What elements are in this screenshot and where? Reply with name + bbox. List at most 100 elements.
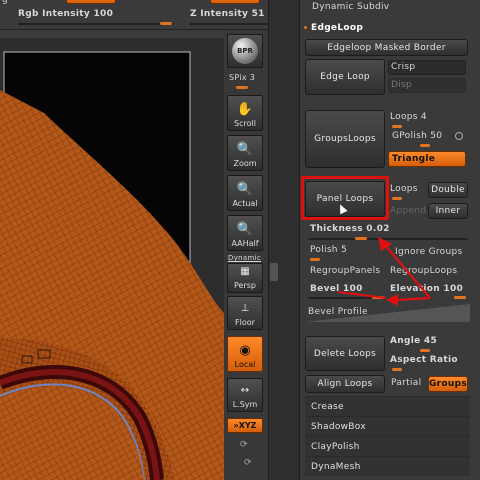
loops-panel-slider[interactable] bbox=[392, 197, 402, 200]
groups-loops-button[interactable]: GroupsLoops bbox=[305, 110, 385, 168]
bpr-label: BPR bbox=[237, 47, 253, 55]
local-button[interactable]: ◉ Local bbox=[227, 336, 263, 372]
actual-button[interactable]: 🔍 Actual bbox=[227, 175, 263, 211]
regroup-loops-label[interactable]: RegroupLoops bbox=[390, 266, 457, 276]
angle-slider[interactable] bbox=[420, 349, 430, 352]
inner-button[interactable]: Inner bbox=[428, 203, 468, 219]
floor-button[interactable]: ⊥ Floor bbox=[227, 296, 263, 330]
crease-label: Crease bbox=[311, 401, 344, 412]
dynamesh-label: DynaMesh bbox=[311, 461, 361, 472]
groups-button[interactable]: Groups bbox=[428, 376, 468, 392]
actual-label: Actual bbox=[232, 199, 258, 208]
disp-label: Disp bbox=[391, 80, 413, 90]
tray-handle[interactable] bbox=[270, 263, 278, 281]
edge-loop-button[interactable]: Edge Loop bbox=[305, 59, 385, 95]
elevation-label: Elevation 100 bbox=[390, 284, 464, 294]
gpolish-dial-icon[interactable] bbox=[455, 132, 463, 140]
magnifier-icon: 🔍 bbox=[236, 142, 254, 157]
shadowbox-section[interactable]: ShadowBox bbox=[305, 416, 470, 436]
persp-label: Persp bbox=[234, 281, 256, 290]
edgeloop-bullet bbox=[304, 26, 307, 29]
actual-size-icon: 🔍 bbox=[236, 182, 254, 197]
inner-label: Inner bbox=[435, 206, 461, 216]
mesh-canvas[interactable] bbox=[0, 38, 224, 480]
crease-section[interactable]: Crease bbox=[305, 396, 470, 416]
dynamesh-section[interactable]: DynaMesh bbox=[305, 456, 470, 476]
rotate-z-icon[interactable]: ⟳ bbox=[244, 458, 252, 468]
gpolish-label: GPolish 50 bbox=[392, 131, 443, 141]
zbrush-window: { "top": { "rgb_intensity": "Rgb Intensi… bbox=[0, 0, 480, 480]
claypolish-section[interactable]: ClayPolish bbox=[305, 436, 470, 456]
edge-loop-label: Edge Loop bbox=[320, 72, 370, 82]
lsym-label: L.Sym bbox=[232, 400, 258, 409]
rotate-y-icon[interactable]: ⟳ bbox=[240, 440, 248, 450]
z-intensity-track[interactable] bbox=[190, 23, 270, 25]
append-label[interactable]: Append bbox=[390, 206, 426, 216]
thickness-label: Thickness 0.02 bbox=[310, 224, 390, 234]
top-orange-button-right[interactable] bbox=[210, 0, 260, 4]
partial-label[interactable]: Partial bbox=[391, 378, 421, 388]
triangle-label: Triangle bbox=[392, 154, 436, 164]
zoom-label: Zoom bbox=[233, 159, 257, 168]
polish-slider[interactable] bbox=[310, 258, 320, 261]
groups-label: Groups bbox=[429, 379, 468, 389]
double-button[interactable]: Double bbox=[428, 182, 468, 198]
align-loops-label: Align Loops bbox=[317, 379, 373, 389]
shadowbox-label: ShadowBox bbox=[311, 421, 366, 432]
ignore-groups-label[interactable]: Ignore Groups bbox=[395, 247, 462, 257]
spix-slider[interactable] bbox=[236, 86, 248, 89]
align-loops-button[interactable]: Align Loops bbox=[305, 375, 385, 393]
aspect-ratio-slider[interactable] bbox=[392, 368, 402, 371]
polish-label: Polish 5 bbox=[310, 245, 347, 255]
crisp-label: Crisp bbox=[391, 62, 416, 72]
aahalf-button[interactable]: 🔍 AAHalf bbox=[227, 215, 263, 251]
rgb-intensity-label: Rgb Intensity 100 bbox=[18, 9, 114, 19]
local-label: Local bbox=[234, 360, 256, 369]
perspective-icon: ▦ bbox=[240, 266, 250, 277]
viewport[interactable] bbox=[0, 38, 224, 480]
thickness-slider[interactable] bbox=[355, 237, 367, 240]
delete-loops-button[interactable]: Delete Loops bbox=[305, 336, 385, 371]
floor-label: Floor bbox=[235, 318, 255, 327]
rgb-intensity-knob[interactable] bbox=[160, 22, 172, 25]
tray-divider[interactable] bbox=[268, 0, 300, 480]
loops-slider-label: Loops 4 bbox=[390, 112, 427, 122]
delete-loops-label: Delete Loops bbox=[313, 348, 377, 359]
aspect-ratio-label: Aspect Ratio bbox=[390, 355, 458, 365]
dynamic-subdiv-label[interactable]: Dynamic Subdiv bbox=[312, 2, 389, 12]
floor-icon: ⊥ bbox=[240, 303, 250, 314]
panel-loops-highlight bbox=[301, 176, 389, 220]
aahalf-label: AAHalf bbox=[231, 239, 259, 248]
bevel-profile-label: Bevel Profile bbox=[308, 307, 368, 317]
xyz-button[interactable]: »XYZ bbox=[227, 418, 263, 433]
thickness-track[interactable] bbox=[308, 238, 468, 240]
double-label: Double bbox=[431, 185, 465, 195]
top-orange-button-left[interactable] bbox=[66, 0, 116, 4]
loops-slider[interactable] bbox=[392, 125, 402, 128]
bevel-slider[interactable] bbox=[372, 296, 384, 299]
gpolish-slider[interactable] bbox=[420, 144, 430, 147]
z-intensity-label: Z Intensity 51 bbox=[190, 9, 265, 19]
angle-label: Angle 45 bbox=[390, 336, 438, 346]
regroup-panels-label[interactable]: RegroupPanels bbox=[310, 266, 380, 276]
hand-icon: ✋ bbox=[236, 102, 254, 117]
triangle-button[interactable]: Triangle bbox=[388, 151, 466, 167]
edgeloop-masked-border-label: Edgeloop Masked Border bbox=[327, 42, 446, 53]
local-icon: ◉ bbox=[239, 343, 251, 358]
zoom-button[interactable]: 🔍 Zoom bbox=[227, 135, 263, 171]
lsym-button[interactable]: ↔ L.Sym bbox=[227, 378, 263, 412]
bevel-label: Bevel 100 bbox=[310, 284, 363, 294]
aahalf-icon: 🔍 bbox=[236, 222, 254, 237]
edgeloop-header[interactable]: EdgeLoop bbox=[311, 23, 363, 33]
scroll-label: Scroll bbox=[234, 119, 256, 128]
claypolish-label: ClayPolish bbox=[311, 441, 360, 452]
xyz-label: »XYZ bbox=[233, 421, 257, 430]
scroll-button[interactable]: ✋ Scroll bbox=[227, 95, 263, 131]
bpr-button[interactable]: BPR bbox=[227, 34, 263, 68]
groups-loops-label: GroupsLoops bbox=[314, 134, 376, 144]
edgeloop-masked-border-button[interactable]: Edgeloop Masked Border bbox=[305, 39, 468, 56]
persp-button[interactable]: ▦ Persp bbox=[227, 263, 263, 293]
rgb-intensity-track[interactable] bbox=[18, 23, 173, 25]
partial-left-label: g bbox=[2, 0, 9, 5]
elevation-slider[interactable] bbox=[454, 296, 466, 299]
